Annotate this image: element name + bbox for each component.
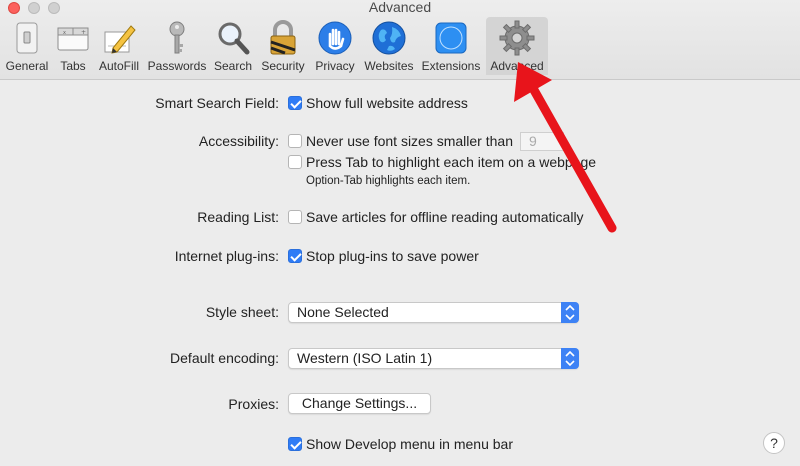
general-switch-icon [16, 22, 38, 54]
gear-icon [499, 20, 535, 56]
svg-text:x: x [63, 30, 66, 36]
min-font-size-text: Never use font sizes smaller than [306, 133, 513, 149]
show-full-address-text: Show full website address [306, 95, 468, 111]
chevron-updown-icon [561, 302, 579, 323]
style-sheet-label: Style sheet: [205, 304, 279, 320]
tab-extensions[interactable]: Extensions [420, 17, 482, 75]
tab-autofill-label: AutoFill [98, 59, 139, 73]
stop-plugins-checkbox[interactable] [288, 249, 302, 263]
reading-list-label: Reading List: [197, 209, 279, 225]
tab-highlight-checkbox[interactable] [288, 155, 302, 169]
tab-privacy[interactable]: Privacy [312, 17, 358, 75]
stop-plugins-text: Stop plug-ins to save power [306, 248, 479, 264]
default-encoding-select[interactable]: Western (ISO Latin 1) [288, 348, 579, 369]
window-title: Advanced [368, 0, 432, 15]
autofill-pencil-icon [104, 25, 136, 54]
tab-autofill[interactable]: AutoFill [96, 17, 142, 75]
tab-general[interactable]: General [4, 17, 50, 75]
key-icon [169, 21, 185, 54]
tab-passwords-label: Passwords [147, 59, 207, 73]
default-encoding-value: Western (ISO Latin 1) [297, 350, 433, 366]
tab-passwords[interactable]: Passwords [146, 17, 208, 75]
window-toolbar: Advanced General x + Tabs AutoFill Passw… [0, 0, 800, 80]
tab-websites[interactable]: Websites [362, 17, 416, 75]
tab-search-label: Search [213, 59, 253, 73]
tab-security-label: Security [261, 59, 305, 73]
tab-extensions-label: Extensions [421, 59, 481, 73]
tab-privacy-label: Privacy [315, 59, 355, 73]
magnifier-icon [218, 22, 250, 55]
chevron-updown-icon [561, 348, 579, 369]
accessibility-label: Accessibility: [198, 133, 279, 149]
min-font-size-checkbox[interactable] [288, 134, 302, 148]
tab-security[interactable]: Security [258, 17, 308, 75]
tab-tabs[interactable]: x + Tabs [54, 17, 92, 75]
tab-search[interactable]: Search [212, 17, 254, 75]
help-button[interactable]: ? [763, 432, 785, 454]
show-full-address-checkbox[interactable] [288, 96, 302, 110]
plugins-label: Internet plug-ins: [174, 248, 279, 264]
default-encoding-label: Default encoding: [170, 350, 279, 366]
tab-websites-label: Websites [364, 59, 414, 73]
tabs-icon: x + [57, 27, 89, 51]
style-sheet-value: None Selected [297, 304, 389, 320]
globe-icon [372, 21, 406, 55]
develop-menu-checkbox[interactable] [288, 437, 302, 451]
lock-icon [270, 20, 296, 55]
puzzle-compass-icon [435, 22, 467, 54]
tab-tabs-label: Tabs [60, 59, 86, 73]
change-settings-button[interactable]: Change Settings... [288, 393, 431, 414]
tab-highlight-note: Option-Tab highlights each item. [306, 175, 471, 187]
develop-menu-text: Show Develop menu in menu bar [306, 436, 514, 452]
proxies-label: Proxies: [228, 396, 279, 412]
smart-search-label: Smart Search Field: [155, 95, 279, 111]
tab-general-label: General [5, 59, 49, 73]
red-arrow-annotation [514, 62, 617, 233]
style-sheet-select[interactable]: None Selected [288, 302, 579, 323]
svg-text:+: + [81, 29, 86, 36]
offline-reading-checkbox[interactable] [288, 210, 302, 224]
hand-icon [318, 21, 352, 55]
